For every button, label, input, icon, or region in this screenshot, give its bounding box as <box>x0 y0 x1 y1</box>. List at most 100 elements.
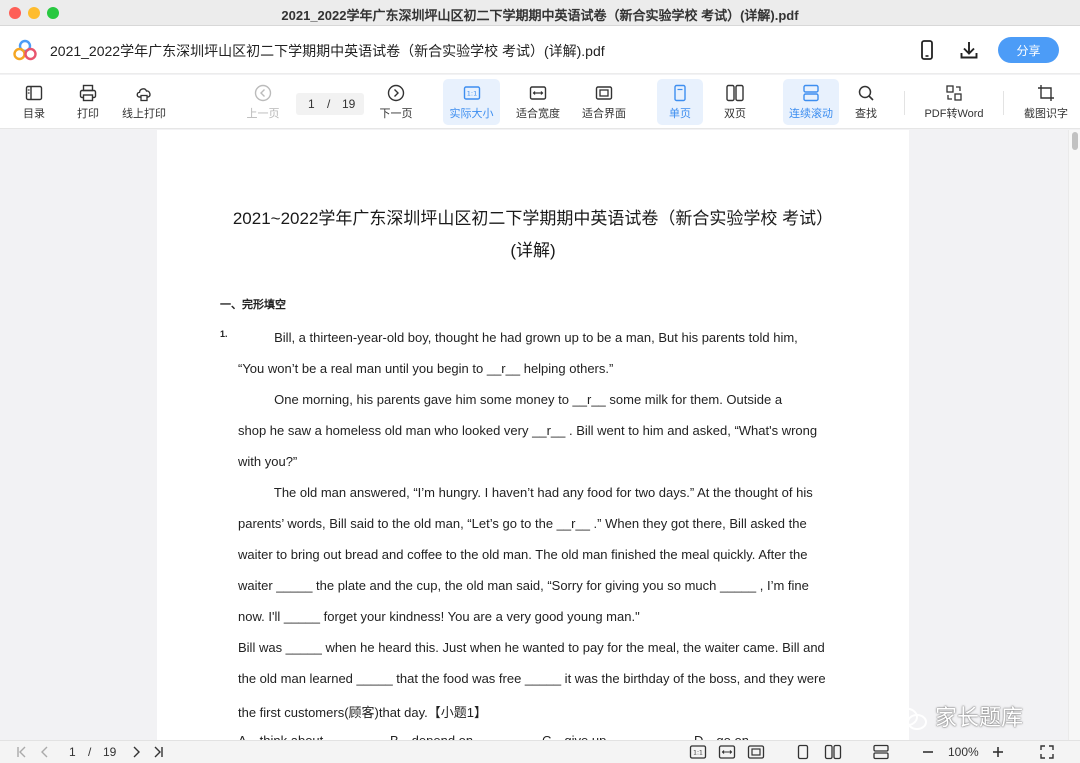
chevron-left-circle-icon <box>254 84 272 102</box>
window-title: 2021_2022学年广东深圳坪山区初二下学期期中英语试卷（新合实验学校 考试）… <box>281 8 799 23</box>
watermark: 家长题库 <box>893 700 1024 731</box>
option-c: C．give up <box>542 730 694 740</box>
toolbar: 目录 打印 线上打印 上一页 1 / 19 下一页 1:1 实际大小 适合宽度 … <box>0 75 1080 129</box>
fit-width-button[interactable]: 适合宽度 <box>512 79 564 125</box>
double-page-icon <box>726 84 744 102</box>
fit-width-label: 适合宽度 <box>516 108 560 120</box>
svg-text:1:1: 1:1 <box>466 90 476 98</box>
status-bar: 1 / 19 1:1 100% <box>0 740 1080 763</box>
ocr-label: 截图识字 <box>1024 108 1068 120</box>
chevron-right-circle-icon <box>387 84 405 102</box>
actual-size-button[interactable]: 1:1 实际大小 <box>443 79 500 125</box>
document-title: 2021_2022学年广东深圳坪山区初二下学期期中英语试卷（新合实验学校 考试）… <box>50 43 605 59</box>
passage-line: One morning, his parents gave him some m… <box>238 392 783 407</box>
single-page-button[interactable]: 单页 <box>657 79 703 125</box>
last-page-icon[interactable] <box>151 744 165 760</box>
next-page-icon[interactable] <box>129 744 143 760</box>
passage-line: with you?” <box>238 454 298 469</box>
app-logo-icon <box>13 39 37 61</box>
svg-text:1:1: 1:1 <box>693 750 703 757</box>
watermark-text: 家长题库 <box>935 705 1024 730</box>
doc-heading-line1: 2021~2022学年广东深圳坪山区初二下学期期中英语试卷（新合实验学校 考试） <box>232 209 834 228</box>
passage-line: parents’ words, Bill said to the old man… <box>238 516 807 531</box>
online-print-button[interactable]: 线上打印 <box>118 79 170 125</box>
toc-button[interactable]: 目录 <box>14 79 54 125</box>
option-a: A．think about <box>238 730 390 740</box>
first-page-icon[interactable] <box>15 744 29 760</box>
toolbar-divider <box>1003 91 1004 115</box>
single-page-label: 单页 <box>669 108 691 120</box>
toolbar-divider <box>904 91 905 115</box>
online-print-label: 线上打印 <box>122 108 166 120</box>
fit-width-icon <box>529 86 547 100</box>
toc-label: 目录 <box>23 108 45 120</box>
doc-heading-line2: (详解) <box>510 241 556 260</box>
prev-page-button[interactable]: 上一页 <box>243 79 283 125</box>
page-number-input[interactable]: 1 / 19 <box>296 93 364 115</box>
passage-line: “You won’t be a real man until you begin… <box>238 361 614 376</box>
next-page-label: 下一页 <box>379 108 413 120</box>
passage-line: waiter _____ the plate and the cup, the … <box>238 578 809 593</box>
cloud-print-icon <box>136 88 151 102</box>
passage-line: the old man learned _____ that the food … <box>238 671 826 686</box>
sidebar-icon <box>25 85 43 101</box>
zoom-out-icon[interactable] <box>921 744 935 760</box>
single-page-icon <box>674 84 686 102</box>
document-canvas[interactable]: 2021~2022学年广东深圳坪山区初二下学期期中英语试卷（新合实验学校 考试）… <box>0 130 1068 740</box>
app-header: 2021_2022学年广东深圳坪山区初二下学期期中英语试卷（新合实验学校 考试）… <box>0 26 1080 74</box>
wechat-icon <box>894 707 927 731</box>
fit-page-label: 适合界面 <box>582 108 626 120</box>
pdf-page: 2021~2022学年广东深圳坪山区初二下学期期中英语试卷（新合实验学校 考试）… <box>157 130 909 740</box>
option-d: D．go on <box>694 730 846 740</box>
scroll-thumb[interactable] <box>1072 132 1078 150</box>
search-icon <box>858 85 874 101</box>
continuous-scroll-icon <box>803 84 819 102</box>
pdf-to-word-label: PDF转Word <box>924 108 984 120</box>
download-icon[interactable] <box>957 38 981 62</box>
continuous-scroll-button[interactable]: 连续滚动 <box>783 79 839 125</box>
fit-page-icon <box>595 86 613 100</box>
actual-size-icon[interactable]: 1:1 <box>689 744 707 760</box>
passage-line: Bill, a thirteen-year-old boy, thought h… <box>238 330 798 345</box>
vertical-scrollbar[interactable] <box>1068 130 1080 740</box>
actual-size-label: 实际大小 <box>449 108 494 120</box>
passage-line: waiter to bring out bread and coffee to … <box>238 547 808 562</box>
passage-line: shop he saw a homeless old man who looke… <box>238 423 818 438</box>
find-label: 查找 <box>855 108 877 120</box>
fit-page-icon[interactable] <box>747 744 765 760</box>
print-button[interactable]: 打印 <box>68 79 108 125</box>
page-separator: / <box>327 97 331 111</box>
zoom-in-icon[interactable] <box>991 744 1005 760</box>
passage-line: the first customers(顾客)that day.【小题1】 <box>238 705 487 720</box>
find-button[interactable]: 查找 <box>846 79 886 125</box>
double-page-button[interactable]: 双页 <box>714 79 756 125</box>
fit-width-icon[interactable] <box>718 744 736 760</box>
printer-icon <box>79 84 97 102</box>
page-total: 19 <box>342 97 356 111</box>
share-button[interactable]: 分享 <box>998 37 1059 63</box>
passage-line: now. I'll _____ forget your kindness! Yo… <box>238 609 640 624</box>
actual-size-icon: 1:1 <box>463 86 480 100</box>
convert-icon <box>946 85 962 101</box>
prev-page-label: 上一页 <box>246 108 280 120</box>
continuous-scroll-label: 连续滚动 <box>789 108 833 120</box>
single-page-icon[interactable] <box>796 744 810 760</box>
passage-line: The old man answered, “I’m hungry. I hav… <box>238 485 813 500</box>
ocr-button[interactable]: 截图识字 <box>1018 79 1074 125</box>
status-page-total: 19 <box>103 745 117 759</box>
continuous-scroll-icon[interactable] <box>872 744 890 760</box>
double-page-icon[interactable] <box>824 744 842 760</box>
status-page-current: 1 <box>69 745 76 759</box>
answer-options: A．think aboutB．depend onC．give upD．go on <box>238 730 846 740</box>
window-titlebar: 2021_2022学年广东深圳坪山区初二下学期期中英语试卷（新合实验学校 考试）… <box>0 0 1080 26</box>
next-page-button[interactable]: 下一页 <box>376 79 416 125</box>
passage-line: Bill was _____ when he heard this. Just … <box>238 640 825 655</box>
question-number: 1. <box>220 329 228 339</box>
fit-page-button[interactable]: 适合界面 <box>578 79 630 125</box>
prev-page-icon[interactable] <box>38 744 52 760</box>
phone-icon[interactable] <box>915 38 939 62</box>
pdf-to-word-button[interactable]: PDF转Word <box>918 79 990 125</box>
double-page-label: 双页 <box>724 108 746 120</box>
crop-icon <box>1038 85 1054 101</box>
fullscreen-icon[interactable] <box>1039 744 1055 760</box>
